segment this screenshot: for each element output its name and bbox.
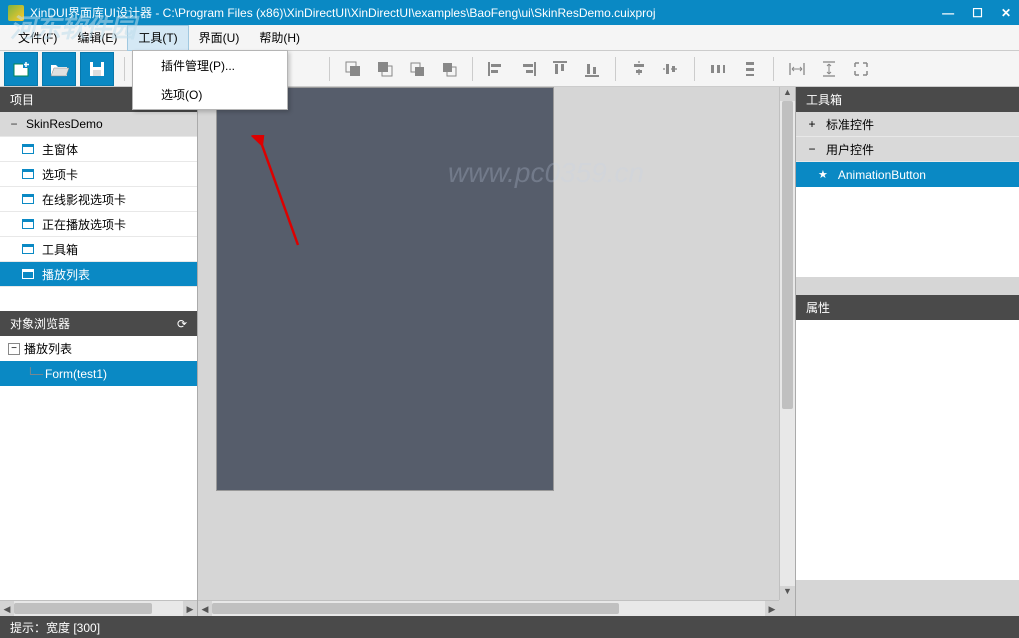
design-canvas-area[interactable]: www.pc0359.cn bbox=[198, 87, 779, 600]
tree-item-tab[interactable]: 选项卡 bbox=[0, 162, 197, 187]
properties-header: 属性 bbox=[796, 295, 1019, 320]
tree-item-online-tab[interactable]: 在线影视选项卡 bbox=[0, 187, 197, 212]
save-button[interactable] bbox=[80, 52, 114, 86]
tree-item-playlist[interactable]: 播放列表 bbox=[0, 262, 197, 287]
object-form[interactable]: └─ Form(test1) bbox=[0, 361, 197, 386]
toolbox-standard-controls[interactable]: +标准控件 bbox=[796, 112, 1019, 137]
scroll-right-icon[interactable]: ▶ bbox=[183, 601, 197, 616]
toolbox-item-animationbutton[interactable]: ★AnimationButton bbox=[796, 162, 1019, 187]
align-left-icon[interactable] bbox=[481, 54, 511, 84]
distribute-h-icon[interactable] bbox=[703, 54, 733, 84]
status-text: 提示：宽度 [300] bbox=[10, 619, 100, 636]
align-top-icon[interactable] bbox=[545, 54, 575, 84]
menubar: 文件(F) 编辑(E) 工具(T) 界面(U) 帮助(H) bbox=[0, 25, 1019, 51]
object-browser-header: 对象浏览器 ⟳ bbox=[0, 311, 197, 336]
window-icon bbox=[22, 219, 34, 229]
collapse-icon[interactable]: − bbox=[806, 142, 818, 156]
window-icon bbox=[22, 169, 34, 179]
scroll-left-icon[interactable]: ◀ bbox=[198, 601, 212, 616]
window-icon bbox=[22, 244, 34, 254]
dropdown-options[interactable]: 选项(O) bbox=[133, 80, 287, 109]
tree-connector-icon: └─ bbox=[26, 367, 43, 381]
send-backward-icon[interactable] bbox=[434, 54, 464, 84]
tools-dropdown: 插件管理(P)... 选项(O) bbox=[132, 50, 288, 110]
scroll-thumb[interactable] bbox=[14, 603, 152, 614]
menu-file[interactable]: 文件(F) bbox=[8, 25, 67, 51]
scroll-up-icon[interactable]: ▲ bbox=[780, 87, 795, 101]
menu-help[interactable]: 帮助(H) bbox=[249, 25, 310, 51]
properties-body bbox=[796, 320, 1019, 580]
horizontal-scrollbar[interactable]: ◀ ▶ bbox=[198, 600, 779, 616]
app-logo-icon bbox=[8, 5, 24, 21]
dropdown-plugin-manager[interactable]: 插件管理(P)... bbox=[133, 51, 287, 80]
scroll-thumb[interactable] bbox=[782, 101, 793, 409]
bring-front-icon[interactable] bbox=[338, 54, 368, 84]
statusbar: 提示：宽度 [300] bbox=[0, 616, 1019, 638]
align-right-icon[interactable] bbox=[513, 54, 543, 84]
same-size-icon[interactable] bbox=[846, 54, 876, 84]
collapse-icon[interactable]: − bbox=[8, 117, 20, 131]
expand-icon[interactable]: + bbox=[806, 117, 818, 131]
vertical-scrollbar[interactable]: ▲ ▼ bbox=[779, 87, 795, 600]
bring-forward-icon[interactable] bbox=[402, 54, 432, 84]
design-form[interactable] bbox=[216, 87, 554, 491]
new-button[interactable] bbox=[4, 52, 38, 86]
project-root[interactable]: − SkinResDemo bbox=[0, 112, 197, 137]
window-title: XinDUI界面库UI设计器 - C:\Program Files (x86)\… bbox=[30, 4, 942, 21]
menu-edit[interactable]: 编辑(E) bbox=[67, 25, 127, 51]
menu-tools[interactable]: 工具(T) bbox=[127, 25, 188, 51]
same-width-icon[interactable] bbox=[782, 54, 812, 84]
tree-item-playing-tab[interactable]: 正在播放选项卡 bbox=[0, 212, 197, 237]
close-button[interactable]: ✕ bbox=[1001, 7, 1011, 19]
object-root[interactable]: − 播放列表 bbox=[0, 336, 197, 361]
window-icon bbox=[22, 194, 34, 204]
titlebar: XinDUI界面库UI设计器 - C:\Program Files (x86)\… bbox=[0, 0, 1019, 25]
toolbox-user-controls[interactable]: −用户控件 bbox=[796, 137, 1019, 162]
scroll-left-icon[interactable]: ◀ bbox=[0, 601, 14, 616]
toolbox-header: 工具箱 bbox=[796, 87, 1019, 112]
tree-item-toolbox[interactable]: 工具箱 bbox=[0, 237, 197, 262]
window-icon bbox=[22, 269, 34, 279]
align-center-v-icon[interactable] bbox=[656, 54, 686, 84]
scroll-thumb[interactable] bbox=[212, 603, 619, 614]
menu-ui[interactable]: 界面(U) bbox=[189, 25, 250, 51]
window-icon bbox=[22, 144, 34, 154]
minimize-button[interactable]: — bbox=[942, 7, 954, 19]
star-icon: ★ bbox=[818, 168, 828, 181]
align-center-h-icon[interactable] bbox=[624, 54, 654, 84]
scroll-right-icon[interactable]: ▶ bbox=[765, 601, 779, 616]
send-back-icon[interactable] bbox=[370, 54, 400, 84]
project-tree: − SkinResDemo 主窗体 选项卡 在线影视选项卡 正在播放选项卡 工具… bbox=[0, 112, 197, 287]
refresh-icon[interactable]: ⟳ bbox=[177, 317, 187, 331]
distribute-v-icon[interactable] bbox=[735, 54, 765, 84]
align-bottom-icon[interactable] bbox=[577, 54, 607, 84]
collapse-icon[interactable]: − bbox=[8, 343, 20, 355]
scroll-down-icon[interactable]: ▼ bbox=[780, 586, 795, 600]
tree-item-main-window[interactable]: 主窗体 bbox=[0, 137, 197, 162]
scroll-corner bbox=[779, 600, 795, 616]
maximize-button[interactable]: ☐ bbox=[972, 7, 983, 19]
same-height-icon[interactable] bbox=[814, 54, 844, 84]
open-button[interactable] bbox=[42, 52, 76, 86]
